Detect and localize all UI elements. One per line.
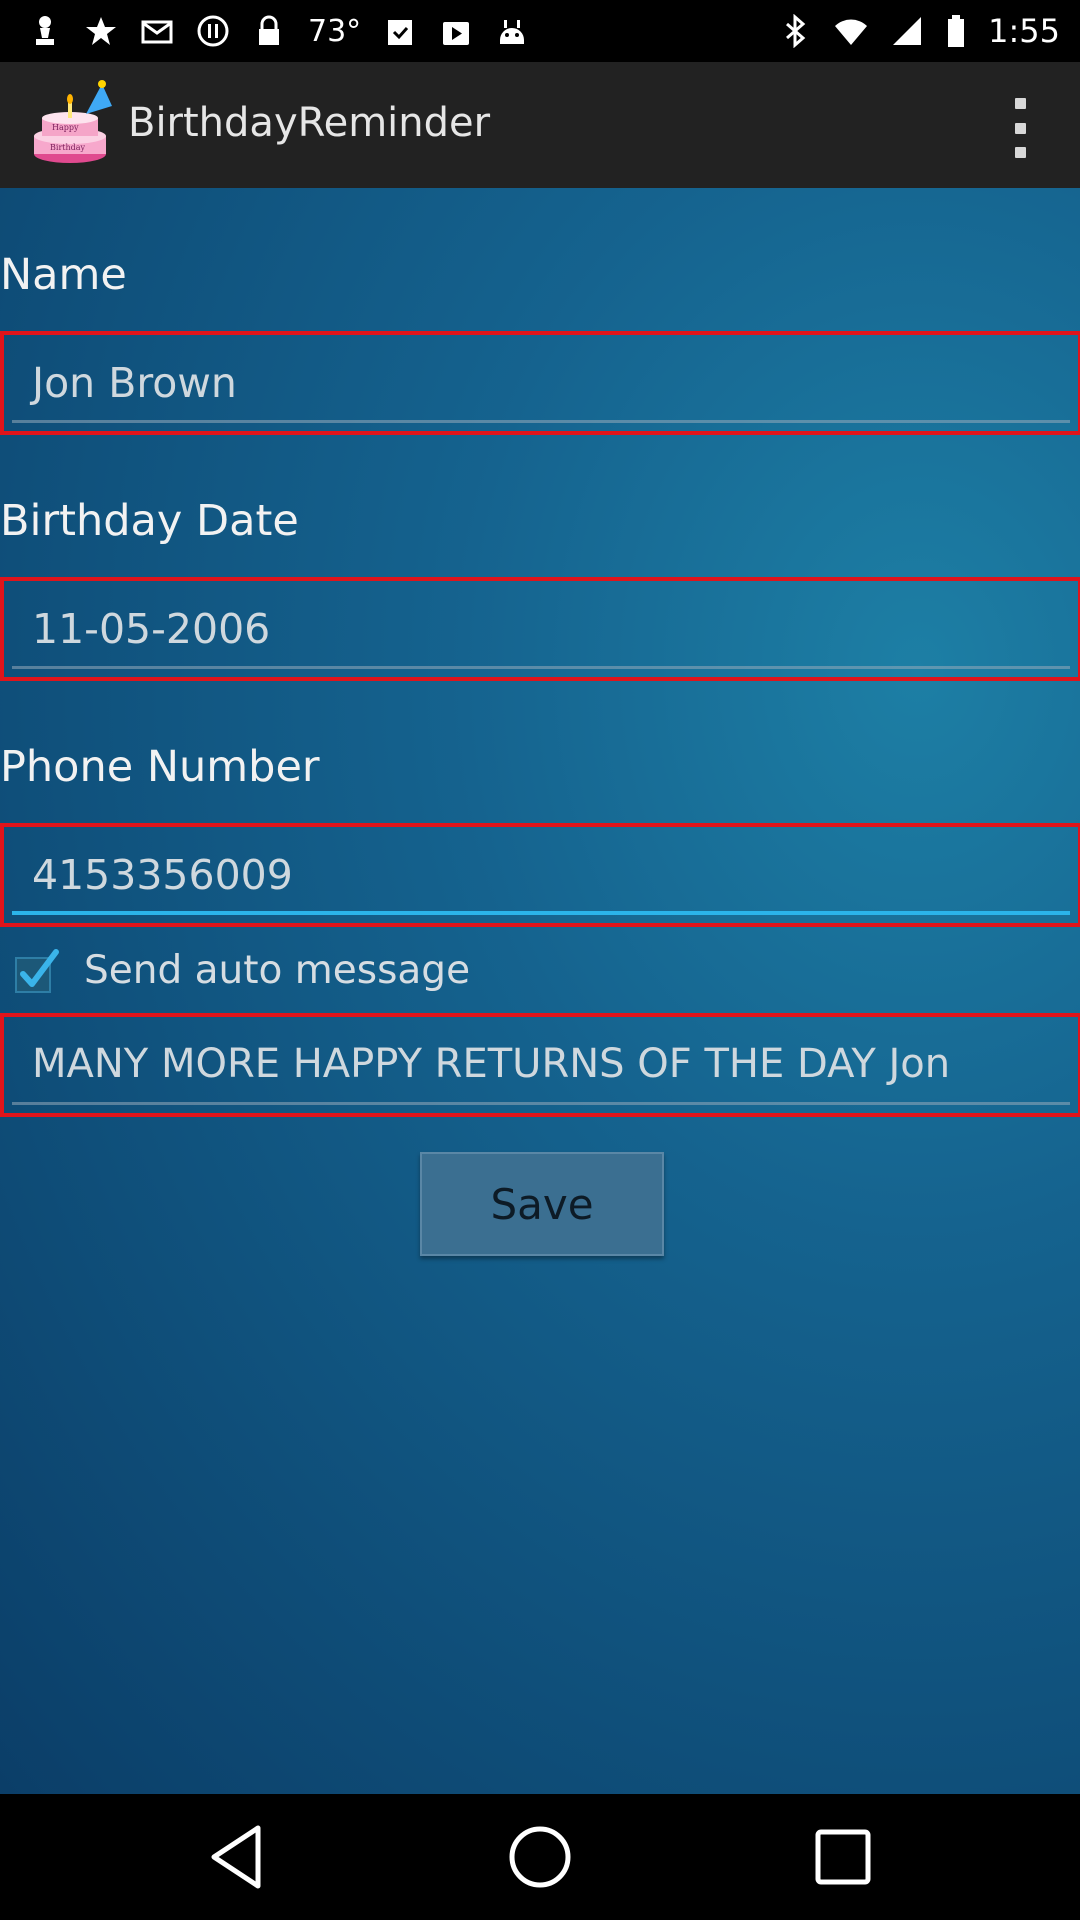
mail-icon	[140, 14, 174, 48]
phone-number-value: 4153356009	[32, 851, 293, 899]
play-store-icon	[439, 14, 473, 48]
clipboard-check-icon	[383, 14, 417, 48]
back-icon[interactable]	[200, 1820, 274, 1894]
name-label: Name	[0, 250, 127, 300]
navigation-bar	[0, 1794, 1080, 1920]
svg-text:Birthday: Birthday	[50, 143, 86, 152]
birthday-date-field[interactable]: 11-05-2006	[0, 577, 1080, 681]
weather-temperature: 73°	[308, 13, 362, 49]
send-auto-message-label: Send auto message	[84, 947, 471, 993]
wifi-icon	[834, 14, 868, 48]
name-value: Jon Brown	[32, 359, 237, 407]
save-button[interactable]: Save	[420, 1152, 664, 1256]
system-status-icons: 1:55	[778, 10, 1060, 52]
phone-number-label: Phone Number	[0, 742, 320, 792]
chess-pawn-icon	[28, 14, 62, 48]
bluetooth-icon	[778, 13, 812, 49]
star-icon	[84, 14, 118, 48]
phone-number-field[interactable]: 4153356009	[0, 823, 1080, 927]
svg-text:Happy: Happy	[52, 123, 79, 132]
birthday-date-value: 11-05-2006	[32, 605, 271, 653]
home-icon[interactable]	[503, 1820, 577, 1894]
action-bar: Happy Birthday BirthdayReminder	[0, 62, 1080, 190]
android-icon	[495, 14, 529, 48]
send-auto-message-row[interactable]: Send auto message	[14, 940, 470, 1000]
cell-signal-icon	[890, 14, 924, 48]
notification-icons: 73°	[28, 10, 529, 52]
app-screen: 73° 1:55 Happy Birthday BirthdayReminder…	[0, 0, 1080, 1920]
send-auto-message-checkbox[interactable]	[14, 948, 59, 993]
pause-circle-icon	[196, 14, 230, 48]
recent-apps-icon[interactable]	[806, 1820, 880, 1894]
overflow-menu-icon[interactable]	[1008, 98, 1032, 158]
app-title: BirthdayReminder	[128, 100, 491, 146]
lock-icon	[252, 14, 286, 48]
birthday-cake-icon: Happy Birthday	[30, 80, 118, 168]
name-field[interactable]: Jon Brown	[0, 331, 1080, 435]
battery-icon	[946, 14, 966, 48]
birthday-date-label: Birthday Date	[0, 496, 299, 546]
message-field[interactable]: MANY MORE HAPPY RETURNS OF THE DAY Jon	[0, 1013, 1080, 1117]
message-value: MANY MORE HAPPY RETURNS OF THE DAY Jon	[32, 1041, 951, 1087]
birthday-form: Name Jon Brown Birthday Date 11-05-2006 …	[0, 188, 1080, 1794]
status-time: 1:55	[988, 12, 1060, 50]
status-bar: 73° 1:55	[0, 0, 1080, 62]
